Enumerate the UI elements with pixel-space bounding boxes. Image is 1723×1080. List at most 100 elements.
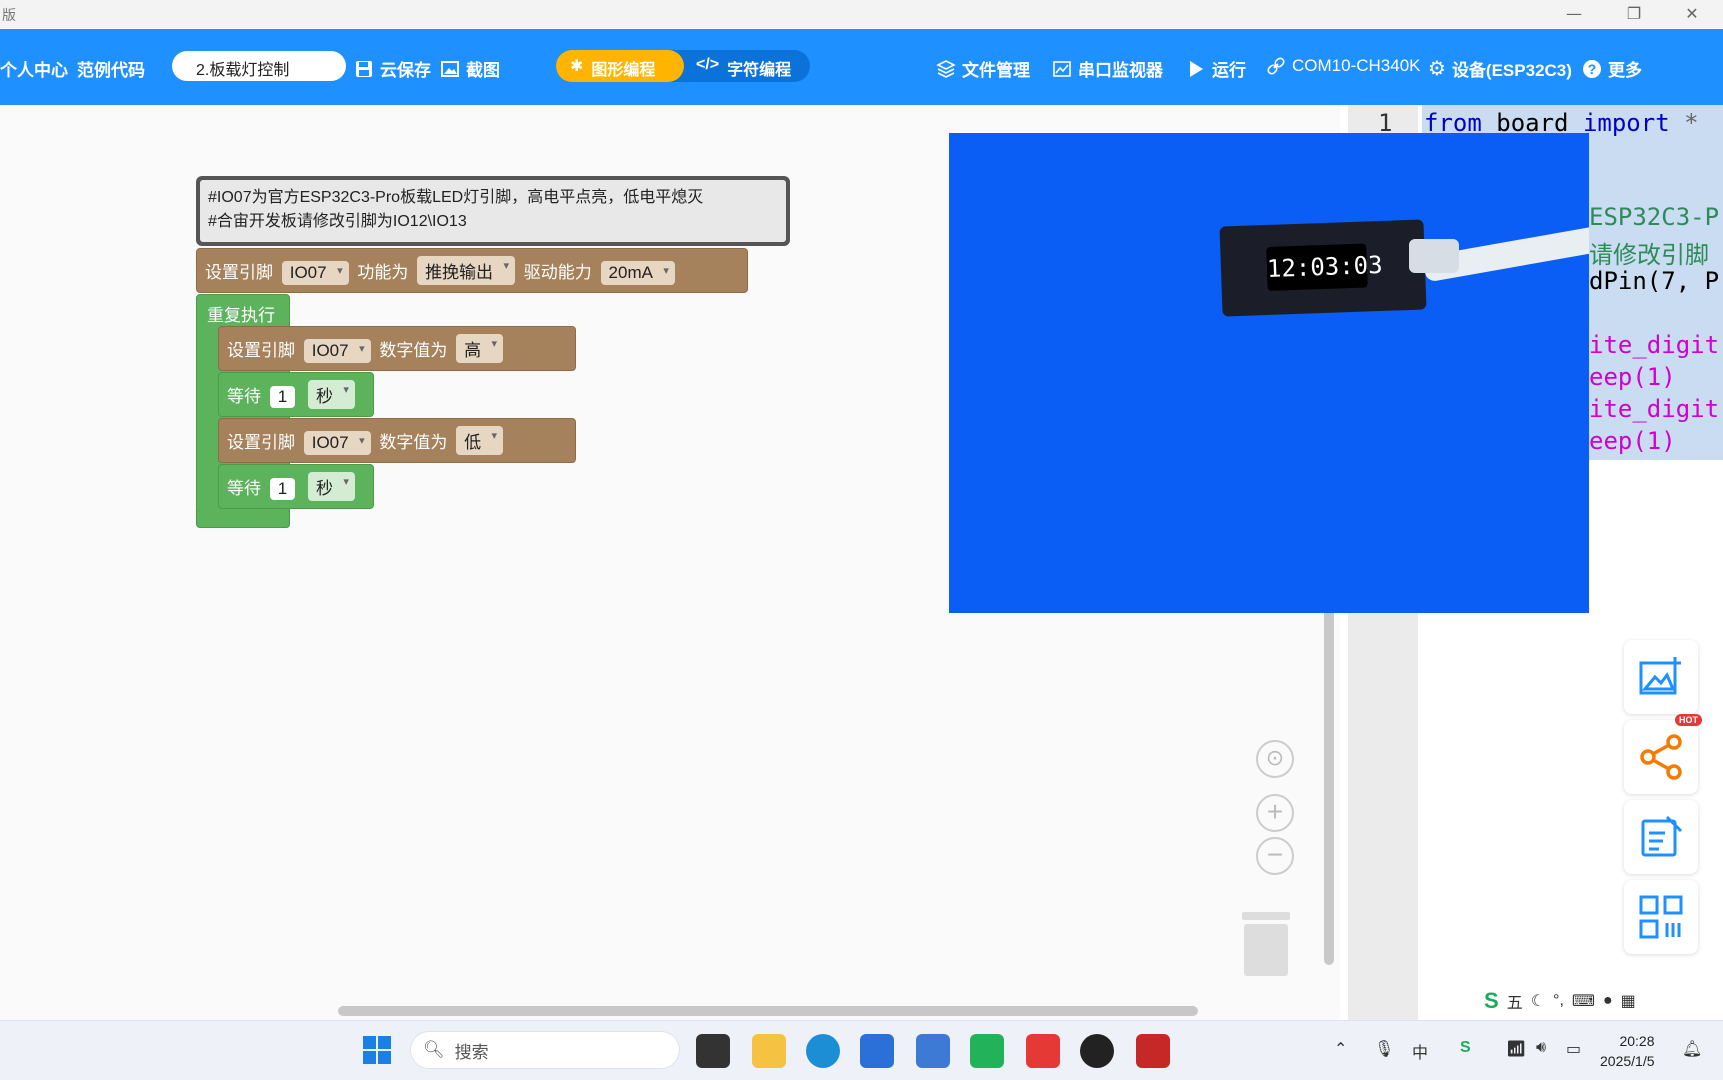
usb-connector (1409, 239, 1459, 273)
code-mode-tab[interactable]: </> 字符编程 (696, 56, 791, 80)
set-pin-high-block[interactable]: 设置引脚 IO07 数字值为 高 (218, 326, 576, 371)
set-pin-low-block[interactable]: 设置引脚 IO07 数字值为 低 (218, 418, 576, 463)
comment-block[interactable]: #IO07为官方ESP32C3-Pro板载LED灯引脚，高电平点亮，低电平熄灭 … (196, 176, 790, 246)
examples-link[interactable]: 范例代码 (77, 56, 145, 81)
share-icon (1640, 734, 1682, 780)
serial-monitor-label: 串口监视器 (1078, 61, 1163, 80)
wait-block[interactable]: 等待 1 秒 (218, 372, 374, 417)
tray-chevron-icon[interactable]: ⌃ (1334, 1039, 1347, 1059)
wait-amount-input[interactable]: 1 (269, 478, 296, 500)
trash-icon[interactable] (1240, 910, 1292, 978)
set-pin-label: 设置引脚 (205, 263, 273, 282)
ime-tray-icon[interactable]: 中 (1412, 1039, 1428, 1063)
sogou-tray-icon[interactable]: S (1460, 1039, 1471, 1057)
wait-unit-dropdown[interactable]: 秒 (307, 472, 355, 501)
keyword-import: import (1582, 109, 1670, 137)
file-manager-button[interactable]: 文件管理 (936, 56, 1030, 81)
minimize-button[interactable]: — (1548, 0, 1600, 28)
system-clock[interactable]: 20:28 2025/1/5 (1600, 1031, 1655, 1071)
camera-overlay: 12:03:03 (949, 133, 1589, 613)
device-selector[interactable]: ⚙ 设备(ESP32C3) (1428, 56, 1572, 81)
image-icon (441, 60, 459, 77)
help-circle-icon: ? (1583, 59, 1601, 78)
code-fragment: dPin(7, P (1589, 267, 1720, 295)
play-icon (1190, 60, 1203, 77)
step-pin-dropdown[interactable]: IO07 (303, 339, 371, 363)
restore-button[interactable]: ❐ (1608, 0, 1660, 28)
green-app-icon[interactable] (970, 1034, 1004, 1068)
step-value-dropdown[interactable]: 低 (456, 426, 504, 455)
edge-browser-icon[interactable] (806, 1034, 840, 1068)
store-icon[interactable] (860, 1034, 894, 1068)
pin-setup-block[interactable]: 设置引脚 IO07 功能为 推挽输出 驱动能力 20mA (196, 248, 748, 293)
close-button[interactable]: ✕ (1666, 0, 1718, 28)
clock-date: 2025/1/5 (1600, 1053, 1655, 1069)
pin-dropdown[interactable]: IO07 (281, 261, 349, 285)
windows-start-icon[interactable] (362, 1035, 392, 1065)
window-titlebar: 版 — ❐ ✕ (0, 0, 1723, 28)
wait-unit-dropdown[interactable]: 秒 (307, 380, 355, 409)
wifi-icon[interactable]: 📶︎ (1506, 1039, 1526, 1059)
battery-icon[interactable]: ▭ (1566, 1039, 1581, 1059)
comment-line-2: #合宙开发板请修改引脚为IO12\IO13 (208, 213, 467, 230)
import-star: * (1684, 109, 1699, 137)
wps-icon[interactable] (1026, 1034, 1060, 1068)
red-app-icon[interactable] (1136, 1034, 1170, 1068)
ime-toolbar[interactable]: S 五 ☾ °, ⌨ ● ▦ (1480, 985, 1682, 1017)
screenshot-button[interactable]: 截图 (440, 56, 500, 81)
add-image-tool[interactable] (1624, 640, 1698, 714)
drive-dropdown[interactable]: 20mA (600, 261, 675, 285)
screenshot-label: 截图 (466, 61, 500, 80)
taskbar: 🔍︎ 搜索 ⌃ 🎙︎ 中 S 📶︎ 🔊︎ ▭ 20:28 2025/1/5 🔔︎ (0, 1020, 1723, 1080)
mail-icon[interactable] (916, 1034, 950, 1068)
keyboard-icon[interactable]: ⌨ (1572, 991, 1595, 1011)
zoom-out-button[interactable]: − (1256, 837, 1294, 875)
volume-icon[interactable]: 🔊︎ (1536, 1039, 1546, 1057)
svg-text:?: ? (1588, 61, 1597, 77)
workspace-vertical-scrollbar[interactable] (1324, 575, 1334, 965)
task-view-icon[interactable] (696, 1034, 730, 1068)
code-mode-label: 字符编程 (727, 62, 792, 79)
obs-icon[interactable] (1080, 1034, 1114, 1068)
more-button[interactable]: ? 更多 (1582, 56, 1642, 81)
port-selector[interactable]: COM10-CH340K (1266, 56, 1421, 76)
serial-monitor-button[interactable]: 串口监视器 (1052, 56, 1163, 81)
notification-icon[interactable]: 🔔︎ (1682, 1039, 1702, 1059)
comment-text[interactable]: #IO07为官方ESP32C3-Pro板载LED灯引脚，高电平点亮，低电平熄灭 … (200, 180, 786, 242)
ime-mode-label[interactable]: 五 (1507, 989, 1523, 1013)
graphic-mode-tab[interactable]: ✱ 图形编程 (556, 50, 684, 82)
qr-tool[interactable] (1624, 880, 1698, 954)
user-center-link[interactable]: 个人中心 (0, 56, 68, 81)
user-icon[interactable]: ● (1603, 992, 1613, 1010)
share-tool[interactable]: HOT (1624, 714, 1702, 794)
step-pin-dropdown[interactable]: IO07 (303, 431, 371, 455)
port-label: COM10-CH340K (1292, 56, 1421, 75)
wait-block[interactable]: 等待 1 秒 (218, 464, 374, 509)
layers-icon (936, 59, 956, 78)
recenter-icon[interactable]: ⊙ (1256, 740, 1294, 778)
microphone-icon[interactable]: 🎙︎ (1374, 1039, 1394, 1059)
code-fragment: ite_digit (1589, 395, 1720, 423)
wait-label: 等待 (227, 479, 261, 498)
cloud-save-button[interactable]: 云保存 (354, 56, 431, 81)
ime-punct-label[interactable]: °, (1553, 992, 1564, 1010)
monitor-chart-icon (1053, 60, 1071, 77)
moon-icon[interactable]: ☾ (1531, 991, 1545, 1011)
mode-dropdown[interactable]: 推挽输出 (417, 256, 516, 285)
code-fragment: ESP32C3-P (1589, 203, 1720, 231)
zoom-in-button[interactable]: + (1256, 794, 1294, 832)
board-clock-display: 12:03:03 (1266, 243, 1383, 291)
file-manager-label: 文件管理 (962, 61, 1030, 80)
code-fragment: eep(1) (1589, 363, 1676, 391)
workspace-horizontal-scrollbar[interactable] (338, 1006, 1198, 1016)
notes-tool[interactable] (1624, 800, 1698, 874)
clock-time: 20:28 (1619, 1033, 1655, 1049)
grid-icon[interactable]: ▦ (1621, 991, 1636, 1011)
wait-amount-input[interactable]: 1 (269, 386, 296, 408)
step-value-dropdown[interactable]: 高 (456, 334, 504, 363)
file-explorer-icon[interactable] (752, 1034, 786, 1068)
file-name-input[interactable]: 2.板载灯控制 (172, 51, 346, 81)
run-button[interactable]: 运行 (1186, 56, 1246, 81)
hot-badge: HOT (1675, 714, 1702, 726)
taskbar-search[interactable]: 🔍︎ 搜索 (410, 1031, 680, 1069)
